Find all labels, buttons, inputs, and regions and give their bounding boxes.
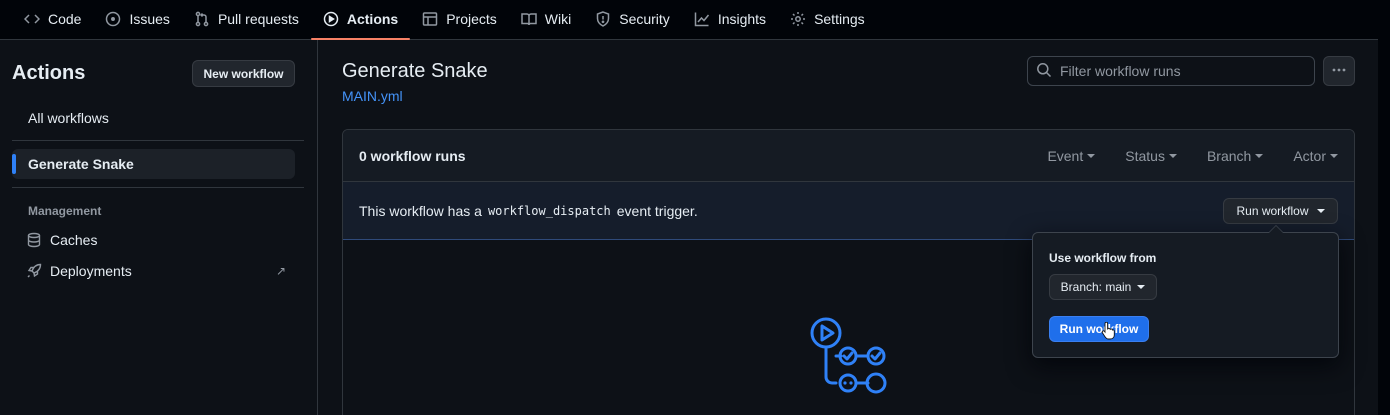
dispatch-text-prefix: This workflow has a — [359, 202, 482, 219]
rocket-icon — [26, 263, 42, 279]
tab-actions[interactable]: Actions — [310, 0, 411, 40]
book-icon — [521, 11, 537, 27]
run-workflow-label: Run workflow — [1236, 204, 1309, 218]
run-workflow-submit-button[interactable]: Run workflow — [1049, 316, 1149, 342]
run-workflow-popover: Use workflow from Branch: main Run workf… — [1032, 225, 1339, 358]
new-workflow-button[interactable]: New workflow — [192, 60, 295, 87]
pull-request-icon — [194, 11, 210, 27]
tab-pull-requests[interactable]: Pull requests — [182, 0, 311, 39]
tab-settings-label: Settings — [814, 11, 865, 27]
table-icon — [422, 11, 438, 27]
runs-count: 0 workflow runs — [359, 147, 466, 164]
workflow-file-link[interactable]: MAIN.yml — [342, 88, 403, 104]
runs-filters: Event Status Branch Actor — [1047, 130, 1338, 182]
sidebar-item-label: Generate Snake — [28, 156, 134, 172]
tab-wiki-label: Wiki — [544, 11, 572, 27]
caret-down-icon — [1137, 285, 1146, 289]
tab-insights[interactable]: Insights — [682, 0, 778, 39]
sidebar-link-caches[interactable]: Caches — [26, 227, 294, 253]
sidebar-item-label: All workflows — [28, 110, 109, 126]
caret-down-icon — [1168, 154, 1177, 158]
filter-workflow-runs[interactable] — [1027, 56, 1315, 86]
tab-insights-label: Insights — [717, 11, 767, 27]
runs-header: 0 workflow runs Event Status Branch Acto… — [343, 130, 1354, 182]
branch-filter[interactable]: Branch — [1206, 148, 1264, 164]
sidebar-title: Actions — [12, 62, 86, 84]
tab-code[interactable]: Code — [12, 0, 93, 39]
graph-icon — [694, 11, 710, 27]
workflow-empty-icon — [810, 317, 887, 394]
kebab-horizontal-icon — [1331, 62, 1347, 81]
external-link-icon: ↗ — [275, 264, 286, 278]
caret-down-icon — [1330, 154, 1338, 158]
more-options-button[interactable] — [1323, 56, 1355, 86]
tab-pull-requests-label: Pull requests — [217, 11, 299, 27]
tab-projects-label: Projects — [446, 11, 497, 27]
sidebar-link-deployments[interactable]: Deployments ↗ — [26, 258, 294, 284]
status-filter-label: Status — [1125, 148, 1165, 164]
search-icon — [1036, 62, 1052, 81]
tab-security[interactable]: Security — [583, 0, 682, 39]
tab-actions-label: Actions — [346, 11, 399, 27]
event-filter[interactable]: Event — [1047, 148, 1096, 164]
tab-wiki[interactable]: Wiki — [509, 0, 583, 39]
run-workflow-dropdown-button[interactable]: Run workflow — [1223, 198, 1338, 224]
tab-issues-label: Issues — [129, 11, 170, 27]
branch-select-label: Branch: main — [1060, 280, 1132, 294]
gear-icon — [790, 11, 806, 27]
scrollbar-track[interactable] — [1378, 0, 1390, 415]
sidebar-link-label: Caches — [50, 232, 98, 248]
management-heading: Management — [28, 204, 102, 218]
popover-label: Use workflow from — [1049, 251, 1157, 265]
caret-down-icon — [1255, 154, 1264, 158]
repo-nav: Code Issues Pull requests Actions Projec… — [0, 0, 1378, 40]
actor-filter-label: Actor — [1293, 148, 1326, 164]
caret-down-icon — [1087, 154, 1096, 158]
branch-select-button[interactable]: Branch: main — [1049, 274, 1157, 300]
filter-input[interactable] — [1060, 63, 1300, 79]
sidebar-divider — [12, 140, 304, 141]
dispatch-code: workflow_dispatch — [487, 203, 611, 218]
tab-projects[interactable]: Projects — [410, 0, 509, 39]
actor-filter[interactable]: Actor — [1293, 148, 1338, 164]
caret-down-icon — [1316, 209, 1325, 213]
issue-icon — [105, 11, 121, 27]
sidebar-item-generate-snake[interactable]: Generate Snake — [12, 149, 295, 179]
database-icon — [26, 232, 42, 248]
sidebar-divider — [12, 187, 304, 188]
sidebar-link-label: Deployments — [50, 263, 132, 279]
tab-code-label: Code — [48, 11, 82, 27]
tab-issues[interactable]: Issues — [93, 0, 181, 39]
page-title: Generate Snake — [342, 60, 488, 82]
shield-icon — [595, 11, 611, 27]
tab-security-label: Security — [619, 11, 670, 27]
status-filter[interactable]: Status — [1125, 148, 1177, 164]
sidebar-item-all-workflows[interactable]: All workflows — [12, 103, 295, 133]
play-icon — [323, 11, 339, 27]
tab-settings[interactable]: Settings — [778, 0, 877, 39]
event-filter-label: Event — [1047, 148, 1084, 164]
code-icon — [24, 11, 40, 27]
hand-cursor-icon — [1101, 322, 1115, 340]
branch-filter-label: Branch — [1206, 148, 1252, 164]
dispatch-text-suffix: event trigger. — [616, 202, 698, 219]
